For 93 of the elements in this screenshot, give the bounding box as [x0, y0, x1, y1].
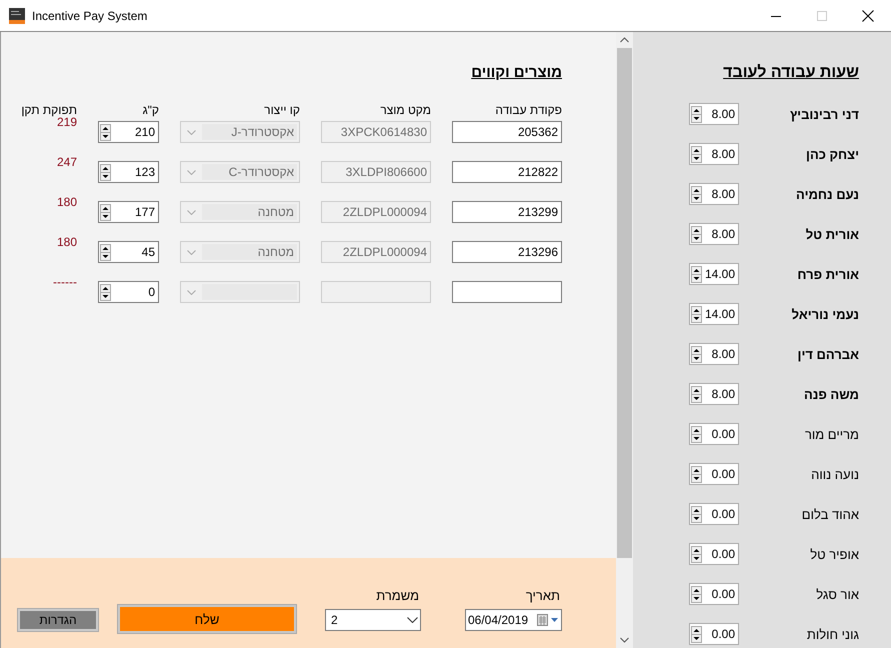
standard-output-value: ------ [52, 275, 77, 291]
kg-spinner[interactable]: 177 [98, 201, 159, 223]
date-picker[interactable]: 06/04/2019 [465, 609, 562, 631]
spin-arrows-icon[interactable] [691, 186, 702, 202]
standard-output-value: 180 [56, 195, 77, 211]
column-header: פקודת עבודה [494, 103, 562, 119]
calendar-icon[interactable] [537, 614, 559, 626]
chevron-down-icon [187, 170, 196, 174]
employee-name: נועה נווה [810, 466, 859, 482]
hours-spinner[interactable]: 8.00 [689, 223, 739, 245]
hours-spinner[interactable]: 0.00 [689, 543, 739, 565]
employee-name: נעם נחמיה [795, 186, 859, 202]
spin-arrows-icon[interactable] [691, 466, 702, 482]
spin-arrows-icon[interactable] [691, 426, 702, 442]
standard-output-value: 219 [56, 115, 77, 131]
hours-spinner[interactable]: 0.00 [689, 423, 739, 445]
scroll-down-icon[interactable] [620, 637, 629, 643]
chevron-down-icon [187, 210, 196, 214]
column-header: תפוקת תקן [20, 103, 77, 118]
spin-arrows-icon[interactable] [691, 306, 702, 322]
kg-spinner[interactable]: 210 [98, 121, 159, 143]
section-title: שעות עבודה לעובד [722, 64, 859, 82]
work-order-field[interactable] [452, 281, 562, 303]
app-icon [9, 8, 25, 24]
line-dropdown[interactable]: אקסטרודר-J [180, 121, 300, 143]
standard-output-value: 180 [56, 235, 77, 251]
column-header: קו ייצור [263, 103, 300, 119]
kg-spinner[interactable]: 123 [98, 161, 159, 183]
employee-name: גוני חולות [806, 626, 859, 642]
section-title: מוצרים וקווים [470, 64, 562, 81]
spin-arrows-icon[interactable] [691, 546, 702, 562]
maximize-icon [817, 10, 827, 20]
spin-arrows-icon[interactable] [691, 266, 702, 282]
column-header: ק"ג [142, 103, 159, 119]
work-order-field[interactable]: 213296 [452, 241, 562, 263]
send-button[interactable]: שלח [118, 605, 296, 633]
employee-name: אברהם דין [796, 346, 859, 362]
scroll-up-icon[interactable] [620, 37, 629, 43]
spin-arrows-icon[interactable] [100, 244, 111, 260]
shift-label: משמרת [375, 588, 419, 603]
line-dropdown[interactable]: מטחנה [180, 241, 300, 263]
spin-arrows-icon[interactable] [691, 626, 702, 642]
hours-spinner[interactable]: 0.00 [689, 583, 739, 605]
work-order-field[interactable]: 205362 [452, 121, 562, 143]
employee-name: נעמי נוריאל [790, 306, 859, 322]
hours-spinner[interactable]: 8.00 [689, 183, 739, 205]
close-icon [862, 10, 874, 22]
work-order-field[interactable]: 213299 [452, 201, 562, 223]
kg-spinner[interactable]: 45 [98, 241, 159, 263]
work-order-field[interactable]: 212822 [452, 161, 562, 183]
employee-name: אור סגל [815, 586, 859, 602]
chevron-down-icon [407, 617, 418, 623]
column-header: מקט מוצר [379, 103, 431, 119]
spin-arrows-icon[interactable] [100, 164, 111, 180]
window-title: Incentive Pay System [32, 8, 148, 22]
line-dropdown[interactable]: אקסטרודר-C [180, 161, 300, 183]
spin-arrows-icon[interactable] [100, 204, 111, 220]
employee-name: דני רבינוביץ [789, 106, 859, 122]
employee-name: אהוד בלום [800, 506, 859, 522]
shift-dropdown[interactable]: 2 [325, 609, 421, 631]
spin-arrows-icon[interactable] [100, 284, 111, 300]
spin-arrows-icon[interactable] [100, 124, 111, 140]
hours-spinner[interactable]: 8.00 [689, 103, 739, 125]
hours-spinner[interactable]: 0.00 [689, 503, 739, 525]
spin-arrows-icon[interactable] [691, 106, 702, 122]
settings-button[interactable]: הגדרות [18, 609, 98, 631]
chevron-down-icon [187, 250, 196, 254]
standard-output-value: 247 [56, 155, 77, 171]
employee-name: מריים מור [804, 426, 859, 442]
scrollbar[interactable] [616, 32, 633, 648]
hours-spinner[interactable]: 0.00 [689, 463, 739, 485]
employee-name: אופיר טל [809, 546, 859, 562]
employee-name: אורית טל [804, 226, 859, 242]
date-label: תאריך [524, 588, 560, 603]
spin-arrows-icon[interactable] [691, 346, 702, 362]
hours-spinner[interactable]: 14.00 [689, 303, 739, 325]
hours-spinner[interactable]: 14.00 [689, 263, 739, 285]
employee-name: משה פנה [802, 386, 859, 402]
spin-arrows-icon[interactable] [691, 226, 702, 242]
hours-spinner[interactable]: 8.00 [689, 383, 739, 405]
chevron-down-icon [187, 130, 196, 134]
spin-arrows-icon[interactable] [691, 386, 702, 402]
spin-arrows-icon[interactable] [691, 506, 702, 522]
chevron-down-icon [187, 290, 196, 294]
spin-arrows-icon[interactable] [691, 146, 702, 162]
employee-name: יצחק כהן [805, 146, 859, 162]
hours-spinner[interactable]: 8.00 [689, 343, 739, 365]
employee-name: אורית פרח [796, 266, 859, 282]
hours-spinner[interactable]: 0.00 [689, 623, 739, 645]
hours-spinner[interactable]: 8.00 [689, 143, 739, 165]
spin-arrows-icon[interactable] [691, 586, 702, 602]
kg-spinner[interactable]: 0 [98, 281, 159, 303]
line-dropdown[interactable]: מטחנה [180, 201, 300, 223]
